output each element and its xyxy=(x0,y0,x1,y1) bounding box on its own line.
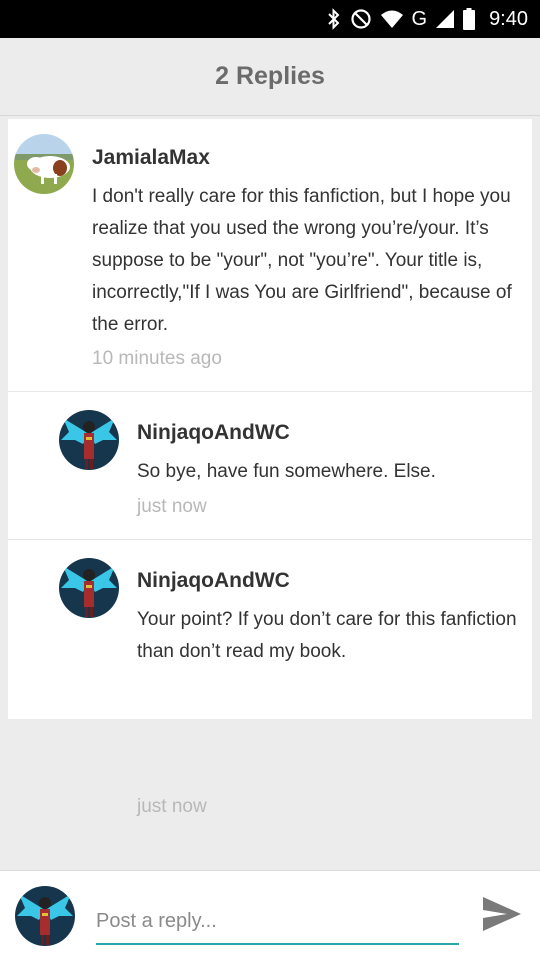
ninja-avatar[interactable] xyxy=(59,410,119,470)
status-bar: G 9:40 xyxy=(0,0,540,38)
comment-author[interactable]: JamialaMax xyxy=(92,146,210,170)
wifi-icon xyxy=(380,9,404,29)
header: 2 Replies xyxy=(0,38,540,116)
comment-root: JamialaMax I don't really care for this … xyxy=(8,119,532,392)
comment-timestamp: just now xyxy=(137,796,207,817)
do-not-disturb-icon xyxy=(350,8,372,30)
comment-timestamp: 10 minutes ago xyxy=(92,348,222,369)
comment-thread: JamialaMax I don't really care for this … xyxy=(8,119,532,817)
battery-icon xyxy=(463,8,476,30)
comment-author[interactable]: NinjaqoAndWC xyxy=(137,421,290,445)
cow-avatar[interactable] xyxy=(14,134,74,194)
comment-body: So bye, have fun somewhere. Else. xyxy=(137,461,436,482)
page-title: 2 Replies xyxy=(215,62,325,90)
comment-body: Your point? If you don’t care for this f… xyxy=(137,609,517,662)
network-type-label: G xyxy=(411,7,428,30)
comment-body: I don't really care for this fanfiction,… xyxy=(92,186,512,335)
reply-bar xyxy=(0,870,540,960)
status-time: 9:40 xyxy=(489,7,528,30)
signal-icon xyxy=(435,9,455,29)
send-icon xyxy=(481,895,523,938)
bluetooth-icon xyxy=(326,8,342,30)
reply-input[interactable] xyxy=(96,899,459,945)
ninja-avatar[interactable] xyxy=(59,558,119,618)
comment-reply: NinjaqoAndWC So bye, have fun somewhere.… xyxy=(8,392,532,540)
comment-reply: NinjaqoAndWC Your point? If you don’t ca… xyxy=(8,540,532,817)
comment-author[interactable]: NinjaqoAndWC xyxy=(137,569,290,593)
send-button[interactable] xyxy=(478,895,526,937)
comment-timestamp: just now xyxy=(137,496,207,517)
ninja-avatar[interactable] xyxy=(15,886,75,946)
